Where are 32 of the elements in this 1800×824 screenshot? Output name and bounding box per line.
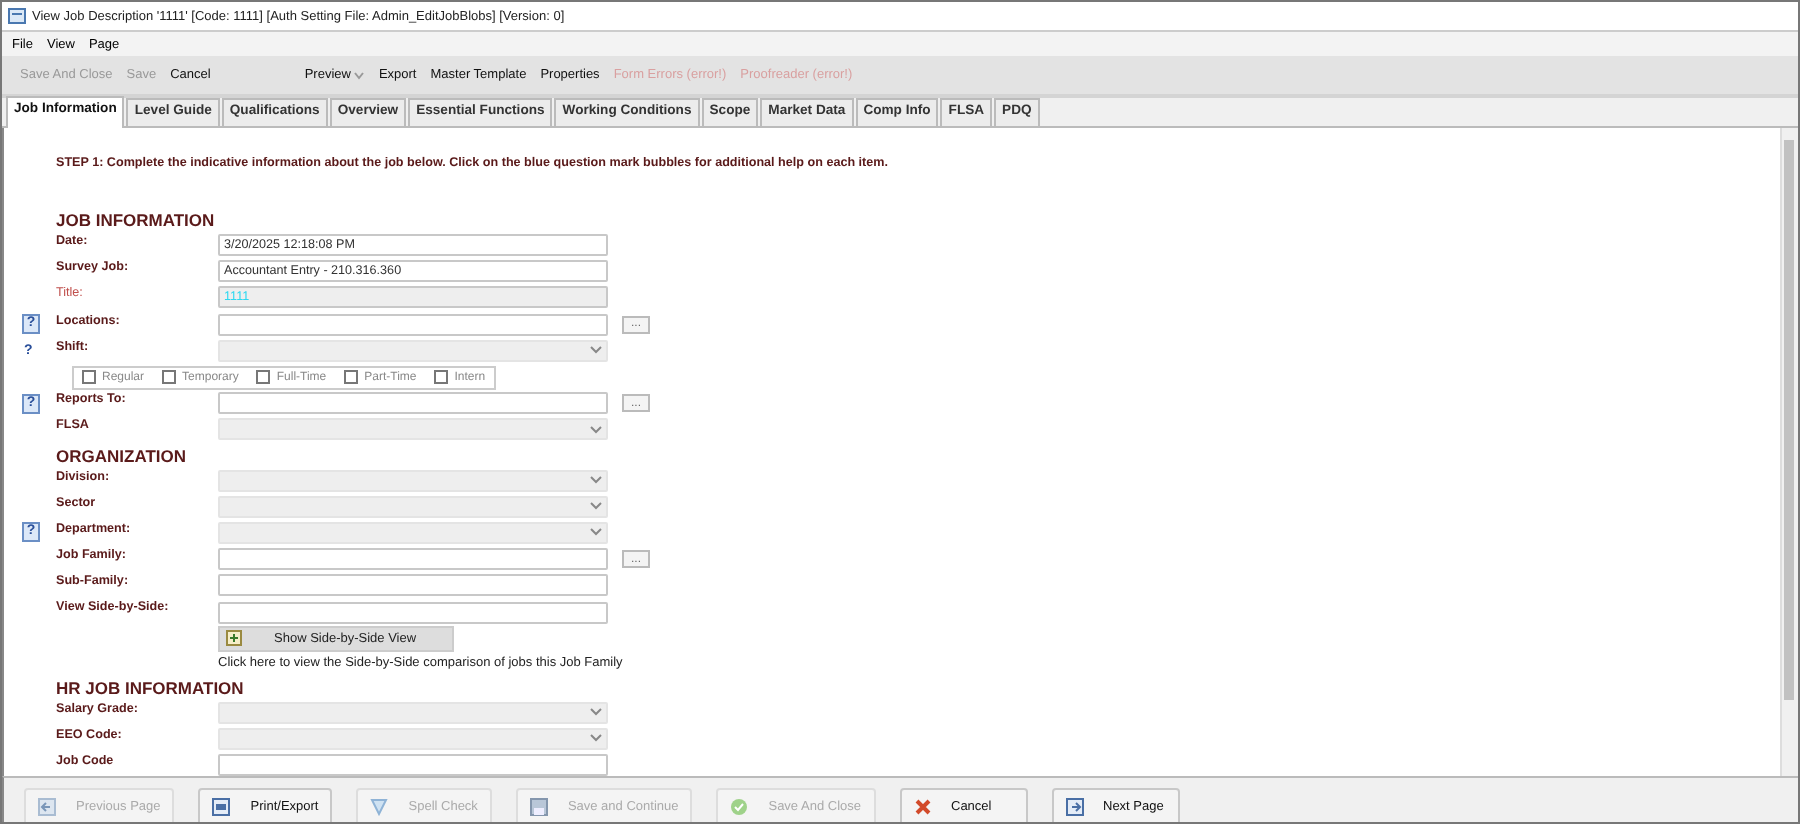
window-icon: [8, 8, 26, 24]
check-circle-icon: [730, 797, 749, 815]
section-heading: ORGANIZATION: [56, 443, 189, 467]
dropdown-field[interactable]: [218, 521, 608, 544]
section-heading: HR JOB INFORMATION: [56, 675, 246, 700]
chevron-down-icon: [590, 476, 602, 485]
printer-icon: [212, 797, 231, 815]
chevron-down-icon: [590, 708, 602, 717]
input-field[interactable]: [218, 548, 608, 571]
forward-arrow-icon: [1065, 797, 1083, 815]
input-field[interactable]: [218, 313, 608, 336]
input-field[interactable]: [218, 574, 608, 597]
dropdown-field[interactable]: [218, 495, 608, 518]
input-field[interactable]: [218, 601, 608, 624]
scrollbar-thumb[interactable]: [1784, 140, 1794, 700]
input-field[interactable]: [218, 754, 608, 776]
chevron-down-icon: [590, 425, 602, 434]
dropdown-field[interactable]: [218, 469, 608, 492]
chevron-down-icon: [590, 346, 602, 355]
chevron-down-icon: [590, 502, 602, 511]
input-field[interactable]: [218, 392, 608, 415]
dropdown-field[interactable]: [218, 418, 608, 441]
dropdown-caret-icon: [354, 71, 365, 79]
dropdown-field[interactable]: [218, 339, 608, 362]
chevron-down-icon: [590, 734, 602, 743]
section-heading: JOB INFORMATION: [56, 208, 217, 232]
dropdown-field[interactable]: [218, 701, 608, 724]
dropdown-field[interactable]: [218, 727, 608, 750]
close-icon: [913, 797, 931, 815]
back-arrow-icon: [38, 797, 56, 815]
scrollbar[interactable]: [1780, 128, 1798, 776]
chevron-down-icon: [590, 528, 602, 537]
